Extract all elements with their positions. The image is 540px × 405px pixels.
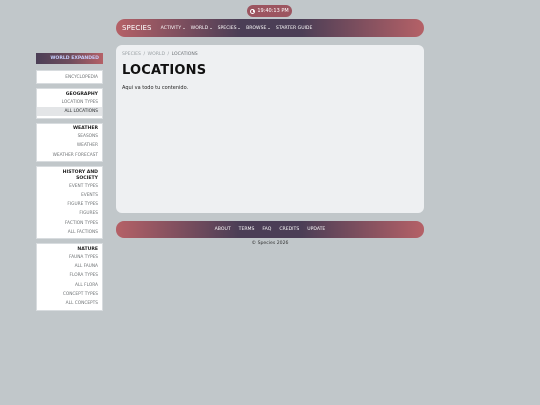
sidebar-section-title: NATURE <box>77 246 98 252</box>
footer-link-credits[interactable]: CREDITS <box>279 227 299 232</box>
breadcrumb-current: LOCATIONS <box>171 52 198 57</box>
breadcrumb-separator: / <box>143 52 146 57</box>
page-title: LOCATIONS <box>122 63 207 78</box>
sidebar-item-seasons[interactable]: SEASONS <box>39 132 98 141</box>
sidebar-section-nature: NATURE FAUNA TYPES ALL FAUNA FLORA TYPES… <box>36 243 103 311</box>
main-content: SPECIES / WORLD / LOCATIONS LOCATIONS Aq… <box>116 45 424 213</box>
sidebar: WORLD EXPANDED ENCYCLOPEDIA GEOGRAPHY LO… <box>36 53 103 315</box>
top-navbar: SPECIES ACTIVITY WORLD SPECIES BROWSE ST… <box>116 19 424 37</box>
brand-link[interactable]: SPECIES <box>122 24 152 32</box>
sidebar-item-all-flora[interactable]: ALL FLORA <box>39 281 98 290</box>
sidebar-item-faction-types[interactable]: FACTION TYPES <box>39 219 98 228</box>
breadcrumb-species[interactable]: SPECIES <box>122 52 141 57</box>
sidebar-item-all-concepts[interactable]: ALL CONCEPTS <box>39 299 98 308</box>
sidebar-item-all-locations[interactable]: ALL LOCATIONS <box>37 106 102 117</box>
page-body-text: Aqui va todo tu contenido. <box>122 85 189 91</box>
sidebar-section-title: GEOGRAPHY <box>65 91 98 97</box>
nav-world-label: WORLD <box>190 25 209 31</box>
sidebar-section-geography: GEOGRAPHY LOCATION TYPES ALL LOCATIONS <box>36 88 103 119</box>
sidebar-item-all-factions[interactable]: ALL FACTIONS <box>39 228 98 237</box>
sidebar-item-figures[interactable]: FIGURES <box>39 209 98 218</box>
sidebar-header: WORLD EXPANDED <box>36 53 103 64</box>
chevron-down-icon <box>238 27 241 29</box>
sidebar-item-concept-types[interactable]: CONCEPT TYPES <box>39 290 98 299</box>
sidebar-item-weather-forecast[interactable]: WEATHER FORECAST <box>39 151 98 160</box>
nav-activity[interactable]: ACTIVITY <box>161 26 185 31</box>
sidebar-item-flora-types[interactable]: FLORA TYPES <box>39 271 99 280</box>
chevron-down-icon <box>209 27 212 29</box>
sidebar-section-weather: WEATHER SEASONS WEATHER WEATHER FORECAST <box>36 122 103 163</box>
clock-icon <box>250 8 256 14</box>
footer-bar: ABOUT TERMS FAQ CREDITS UPDATE <box>116 221 424 238</box>
nav-browse-label: BROWSE <box>246 25 267 31</box>
sidebar-section-title: HISTORY AND SOCIETY <box>62 169 98 181</box>
sidebar-item-events[interactable]: EVENTS <box>39 191 98 200</box>
breadcrumb-world[interactable]: WORLD <box>148 52 165 57</box>
breadcrumb-separator: / <box>167 52 170 57</box>
sidebar-section-title: WEATHER <box>72 126 98 132</box>
copyright-text: © Species 2026 <box>251 241 289 246</box>
chevron-down-icon <box>182 27 185 29</box>
clock-pill: 19:40:13 PM <box>247 5 292 17</box>
nav-browse[interactable]: BROWSE <box>246 26 270 31</box>
nav-starter-guide[interactable]: STARTER GUIDE <box>276 26 312 31</box>
sidebar-item-all-fauna[interactable]: ALL FAUNA <box>39 262 98 271</box>
sidebar-item-location-types[interactable]: LOCATION TYPES <box>39 98 98 107</box>
sidebar-item-figure-types[interactable]: FIGURE TYPES <box>39 200 98 209</box>
chevron-down-icon <box>267 27 270 29</box>
footer-link-terms[interactable]: TERMS <box>239 227 255 232</box>
sidebar-item-weather[interactable]: WEATHER <box>39 141 98 150</box>
nav-species[interactable]: SPECIES <box>217 25 241 31</box>
nav-starter-guide-label: STARTER GUIDE <box>275 25 313 31</box>
sidebar-section-history: HISTORY AND SOCIETY EVENT TYPES EVENTS F… <box>36 166 103 240</box>
breadcrumb: SPECIES / WORLD / LOCATIONS <box>122 52 418 57</box>
sidebar-item-encyclopedia[interactable]: ENCYCLOPEDIA <box>39 73 98 82</box>
footer-link-update[interactable]: UPDATE <box>307 227 325 232</box>
sidebar-item-fauna-types[interactable]: FAUNA TYPES <box>39 253 98 262</box>
nav-species-label: SPECIES <box>217 25 237 31</box>
footer-link-faq[interactable]: FAQ <box>262 227 271 232</box>
footer-link-about[interactable]: ABOUT <box>215 227 231 232</box>
sidebar-section-general: ENCYCLOPEDIA <box>36 70 103 85</box>
nav-world[interactable]: WORLD <box>191 26 212 31</box>
nav-activity-label: ACTIVITY <box>160 25 182 31</box>
sidebar-item-event-types[interactable]: EVENT TYPES <box>39 182 98 191</box>
clock-time: 19:40:13 PM <box>257 8 289 14</box>
